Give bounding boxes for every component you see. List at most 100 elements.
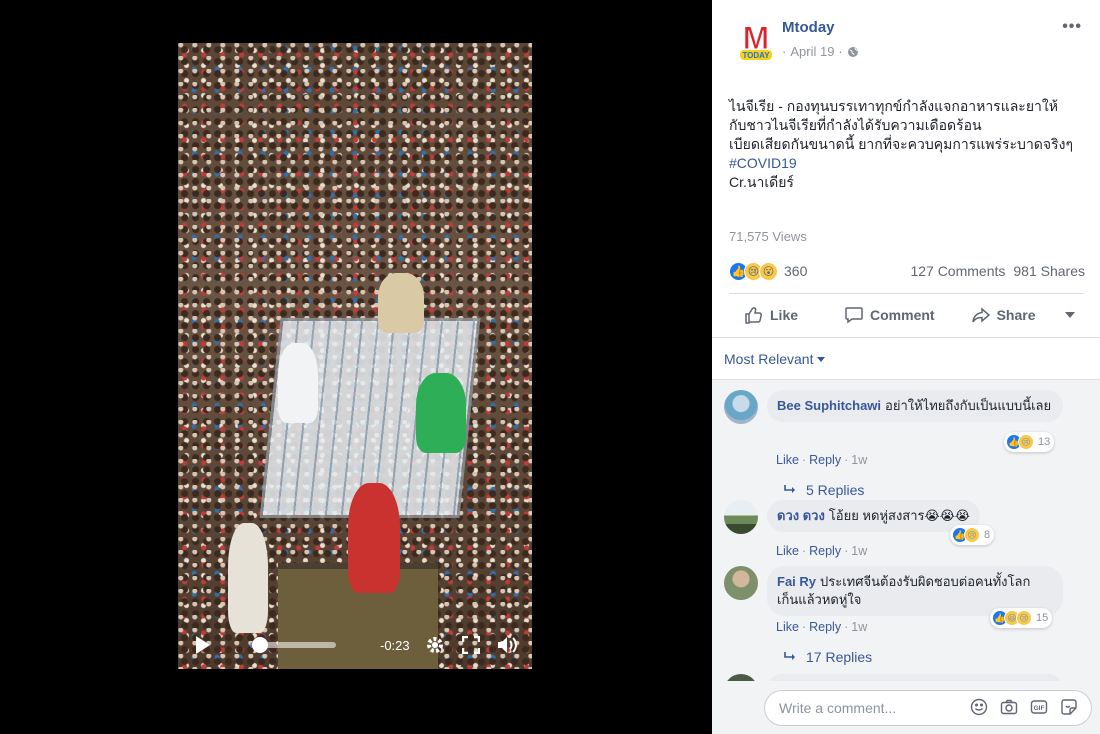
video-scene-person bbox=[378, 273, 424, 333]
comment-actions: Like · Reply · 1w bbox=[776, 620, 868, 634]
post-text-line: กับชาวไนจีเรียที่กำลังได้รับความเดือดร้อ… bbox=[729, 117, 982, 133]
comment-author-link[interactable]: Bee Suphitchawi bbox=[777, 398, 881, 413]
comment-reaction-badge[interactable]: 👍 😢 8 bbox=[950, 525, 995, 545]
avatar[interactable] bbox=[724, 674, 758, 681]
view-replies-link[interactable]: 17 Replies bbox=[784, 649, 872, 665]
comment-reaction-badge[interactable]: 👍 😢 13 bbox=[1004, 432, 1055, 452]
crying-emoji-icon: 😭😭😭 bbox=[924, 508, 971, 523]
comment-reply-link[interactable]: Reply bbox=[809, 453, 841, 467]
comment-reaction-count: 15 bbox=[1036, 612, 1049, 624]
post-sidebar: M TODAY Mtoday · April 19 · ••• ไนจีเรีย… bbox=[712, 0, 1100, 734]
thumbs-up-icon bbox=[745, 307, 762, 324]
post-action-bar: Like Comment Share bbox=[729, 297, 1083, 333]
sad-reaction-icon: 😢 bbox=[1018, 434, 1034, 450]
post-credit: Cr.นาเดียร์ bbox=[729, 174, 794, 190]
comment-actions: Like · Reply · 1w bbox=[776, 453, 868, 467]
comment-input-placeholder: Write a comment... bbox=[779, 700, 897, 716]
wow-reaction-icon: 😮 bbox=[759, 261, 778, 281]
hashtag-link[interactable]: #COVID19 bbox=[729, 154, 1089, 173]
post-text-line: เบียดเสียดกันขนาดนี้ ยากที่จะควบคุมการแพ… bbox=[729, 136, 1073, 152]
comment-composer: Write a comment... GIF bbox=[712, 681, 1100, 734]
post-date-separator: · bbox=[838, 44, 843, 59]
comment-input[interactable]: Write a comment... GIF bbox=[764, 690, 1092, 726]
comment-age[interactable]: 1w bbox=[851, 453, 867, 467]
share-button-label: Share bbox=[996, 307, 1036, 323]
more-options-icon[interactable]: ••• bbox=[1062, 18, 1082, 36]
like-button[interactable]: Like bbox=[744, 305, 798, 325]
reaction-icons[interactable]: 👍 😢 😮 bbox=[729, 261, 778, 281]
gif-icon[interactable]: GIF bbox=[1029, 697, 1049, 717]
emoji-icon[interactable] bbox=[969, 697, 989, 717]
divider bbox=[712, 337, 1100, 338]
comment-button[interactable]: Comment bbox=[844, 305, 935, 325]
replies-count: 17 Replies bbox=[806, 649, 873, 665]
comment-reaction-count: 8 bbox=[984, 529, 991, 541]
seek-bar[interactable] bbox=[250, 637, 336, 653]
comment-sort-dropdown[interactable]: Most Relevant bbox=[724, 351, 826, 367]
replies-count: 5 Replies bbox=[806, 482, 865, 498]
comment-like-link[interactable]: Like bbox=[776, 544, 799, 558]
comment-count-link[interactable]: 127 Comments bbox=[910, 263, 1005, 279]
reply-arrow-icon bbox=[784, 652, 795, 660]
time-remaining: -0:23 bbox=[380, 637, 410, 653]
comment-reaction-badge[interactable]: 👍 😆 😢 15 bbox=[990, 608, 1053, 628]
comment-author-link[interactable]: Fai Ry bbox=[777, 574, 816, 589]
comment-text: โอ้ยย หดหู่สงสาร bbox=[828, 508, 925, 523]
comment-age[interactable]: 1w bbox=[851, 544, 867, 558]
comment-bubble bbox=[767, 674, 1063, 681]
comment-sort-label: Most Relevant bbox=[724, 351, 814, 367]
volume-icon[interactable] bbox=[496, 634, 518, 656]
fullscreen-icon[interactable] bbox=[460, 634, 482, 656]
camera-icon[interactable] bbox=[999, 697, 1019, 717]
video-scene-person bbox=[228, 523, 268, 633]
comment-author-link[interactable]: ดวง ดวง bbox=[777, 508, 825, 523]
page-logo[interactable]: M TODAY bbox=[732, 17, 780, 65]
like-button-label: Like bbox=[770, 307, 799, 323]
avatar[interactable] bbox=[724, 500, 758, 534]
speech-bubble-icon bbox=[845, 307, 863, 324]
settings-gear-icon[interactable] bbox=[424, 634, 446, 656]
post-header: M TODAY Mtoday · April 19 · ••• bbox=[712, 0, 1100, 80]
post-meta: · April 19 · bbox=[782, 44, 859, 59]
comment-text: อย่าให้ไทยถึงกับเป็นแบบนี้เลย bbox=[885, 398, 1052, 413]
comment-reaction-count: 13 bbox=[1038, 436, 1051, 448]
video-player[interactable] bbox=[178, 43, 532, 669]
video-controls: -0:23 bbox=[178, 625, 532, 665]
post-date[interactable]: April 19 bbox=[790, 44, 834, 59]
video-stage: -0:23 bbox=[0, 0, 712, 734]
share-button[interactable]: Share bbox=[971, 305, 1036, 325]
comment-like-link[interactable]: Like bbox=[776, 620, 799, 634]
sticker-icon[interactable] bbox=[1059, 697, 1079, 717]
svg-text:GIF: GIF bbox=[1034, 705, 1045, 712]
post-date-separator: · bbox=[782, 44, 787, 59]
comment-button-label: Comment bbox=[870, 307, 935, 323]
reaction-count[interactable]: 360 bbox=[784, 263, 807, 279]
composer-tools: GIF bbox=[969, 697, 1079, 717]
comment-like-link[interactable]: Like bbox=[776, 453, 799, 467]
view-replies-link[interactable]: 5 Replies bbox=[784, 482, 864, 498]
chevron-down-icon[interactable] bbox=[1065, 312, 1075, 318]
video-scene-person bbox=[348, 483, 400, 593]
sad-reaction-icon: 😢 bbox=[1016, 610, 1032, 626]
comment-reply-link[interactable]: Reply bbox=[809, 620, 841, 634]
video-scene-person bbox=[416, 373, 466, 453]
video-scene-person bbox=[278, 343, 318, 423]
share-count-link[interactable]: 981 Shares bbox=[1013, 263, 1085, 279]
share-arrow-icon bbox=[971, 307, 990, 323]
seek-bar-handle[interactable] bbox=[252, 637, 269, 653]
comment-actions: Like · Reply · 1w bbox=[776, 544, 868, 558]
avatar[interactable] bbox=[724, 390, 758, 424]
comments-list[interactable]: Bee Suphitchawi อย่าให้ไทยถึงกับเป็นแบบนี… bbox=[712, 379, 1100, 681]
post-text-line: ไนจีเรีย - กองทุนบรรเทาทุกข์กำลังแจกอาหา… bbox=[729, 98, 1058, 114]
svg-text:TODAY: TODAY bbox=[742, 51, 770, 60]
page-name-link[interactable]: Mtoday bbox=[782, 19, 835, 36]
divider bbox=[729, 293, 1083, 294]
comment-text: เก็นแล้วหดหู่ใจ bbox=[777, 592, 862, 607]
avatar[interactable] bbox=[724, 566, 758, 600]
comment-reply-link[interactable]: Reply bbox=[809, 544, 841, 558]
play-icon[interactable] bbox=[196, 636, 210, 654]
comment-age[interactable]: 1w bbox=[851, 620, 867, 634]
post-text: ไนจีเรีย - กองทุนบรรเทาทุกข์กำลังแจกอาหา… bbox=[729, 97, 1089, 192]
reaction-summary: 👍 😢 😮 360 127 Comments 981 Shares bbox=[729, 260, 1085, 282]
comment-bubble: Bee Suphitchawi อย่าให้ไทยถึงกับเป็นแบบนี… bbox=[767, 390, 1063, 422]
